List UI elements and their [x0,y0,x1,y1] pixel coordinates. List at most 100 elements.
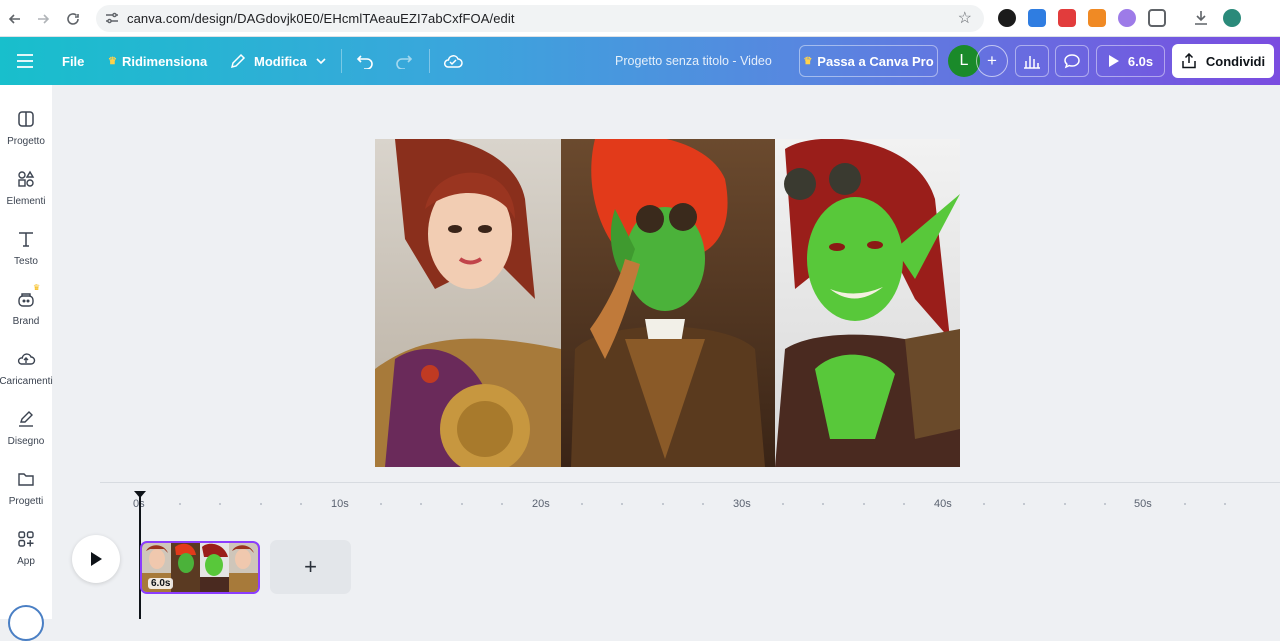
layout-icon [18,111,34,127]
cloud-upload-icon [17,353,36,365]
redo-icon[interactable] [395,37,413,85]
sidebar-item-progetto[interactable]: Progetto [0,103,52,159]
arrow-left-icon[interactable] [4,8,26,30]
folder-icon [18,473,34,486]
reload-icon[interactable] [62,8,84,30]
sidebar-item-label: Testo [14,256,38,267]
timeline: 0s 10s 20s 30s 40s 50s [52,482,1280,619]
project-title[interactable]: Progetto senza titolo - Video [615,37,772,85]
play-icon [1108,55,1119,67]
time-tick: 30s [733,498,751,510]
timeline-play-button[interactable] [72,535,120,583]
text-icon [19,232,33,247]
undo-icon[interactable] [356,37,374,85]
draw-icon [19,411,33,427]
sidebar-item-label: Brand [12,316,40,327]
plus-icon: + [304,554,317,579]
tick-dot [300,503,302,505]
sidebar-item-label: Disegno [7,436,45,447]
edit-mode-label: Modifica [254,53,307,69]
menu-icon[interactable] [16,37,34,85]
tick-dot [1064,503,1066,505]
play-preview-button[interactable]: 6.0s [1096,45,1165,77]
tick-dot [983,503,985,505]
puzzle-icon[interactable] [1148,9,1166,27]
comments-button[interactable] [1055,45,1089,77]
upgrade-pro-button[interactable]: ♛ Passa a Canva Pro [799,45,938,77]
sidebar-item-caricamenti[interactable]: Caricamenti [0,343,53,399]
cloud-saved-icon[interactable] [443,37,463,85]
sidebar-item-progetti[interactable]: Progetti [0,463,52,519]
sidebar-item-label: Elementi [6,196,46,207]
sidebar-item-label: Caricamenti [0,376,53,387]
crown-icon: ♛ [108,55,117,67]
sidebar-item-label: Progetti [8,496,44,507]
share-upload-icon [1182,53,1196,69]
editor-toolbar: File ♛ Ridimensiona Modifica Progetto se… [0,37,1280,85]
share-label: Condividi [1205,53,1266,69]
extension-icon[interactable] [998,9,1016,27]
plus-icon: + [987,51,997,70]
sidebar-item-label: App [17,556,35,567]
tick-dot [501,503,503,505]
sidebar-item-testo[interactable]: Testo [0,223,52,279]
help-button[interactable] [8,605,44,641]
sidebar: Progetto Elementi Testo ♛ Brand Caricame… [0,85,53,641]
time-tick: 10s [331,498,349,510]
tick-dot [822,503,824,505]
tick-dot [1104,503,1106,505]
sidebar-item-brand[interactable]: ♛ Brand [0,283,52,339]
tick-dot [662,503,664,505]
time-tick: 40s [934,498,952,510]
video-clip[interactable]: 6.0s [140,541,260,594]
share-button[interactable]: Condividi [1172,44,1274,78]
arrow-right-icon[interactable] [32,8,54,30]
sidebar-item-app[interactable]: App [0,523,52,579]
tick-dot [903,503,905,505]
tick-dot [380,503,382,505]
tick-dot [581,503,583,505]
address-bar[interactable]: canva.com/design/DAGdovjk0E0/EHcmlTAeauE… [96,5,984,32]
tick-dot [1023,503,1025,505]
site-info-icon[interactable] [104,10,120,26]
insights-button[interactable] [1015,45,1049,77]
sidebar-item-elementi[interactable]: Elementi [0,163,52,219]
extension-icon[interactable] [1118,9,1136,27]
sidebar-item-disegno[interactable]: Disegno [0,403,52,459]
pencil-icon [230,53,246,69]
design-canvas[interactable] [375,139,960,467]
chevron-down-icon [316,58,326,65]
profile-avatar[interactable] [1223,9,1241,27]
collage-image [375,139,960,467]
divider [429,49,430,73]
add-collaborator-button[interactable]: + [976,45,1008,77]
resize-button[interactable]: ♛ Ridimensiona [108,37,207,85]
add-clip-button[interactable]: + [270,540,351,594]
brand-icon [18,293,34,307]
time-tick: 20s [532,498,550,510]
ruler-line [100,482,1280,483]
metamask-icon[interactable] [1088,9,1106,27]
resize-label: Ridimensiona [121,53,208,69]
bar-chart-icon [1024,56,1040,69]
crown-icon: ♛ [803,55,813,67]
tick-dot [621,503,623,505]
bookmark-star-icon[interactable]: ☆ [958,8,972,28]
file-menu-button[interactable]: File [62,37,84,85]
url-text: canva.com/design/DAGdovjk0E0/EHcmlTAeauE… [127,11,515,26]
apps-icon [18,531,34,547]
comment-icon [1064,54,1080,69]
tick-dot [260,503,262,505]
edit-mode-button[interactable]: Modifica [230,37,327,85]
tick-dot [782,503,784,505]
extension-icon[interactable] [1028,9,1046,27]
divider [341,49,342,73]
tick-dot [179,503,181,505]
time-tick: 50s [1134,498,1152,510]
upgrade-pro-label: Passa a Canva Pro [817,53,934,69]
play-duration-label: 6.0s [1127,53,1154,69]
extension-icon[interactable] [1058,9,1076,27]
clip-duration: 6.0s [148,578,174,589]
download-icon[interactable] [1192,9,1210,27]
tick-dot [420,503,422,505]
